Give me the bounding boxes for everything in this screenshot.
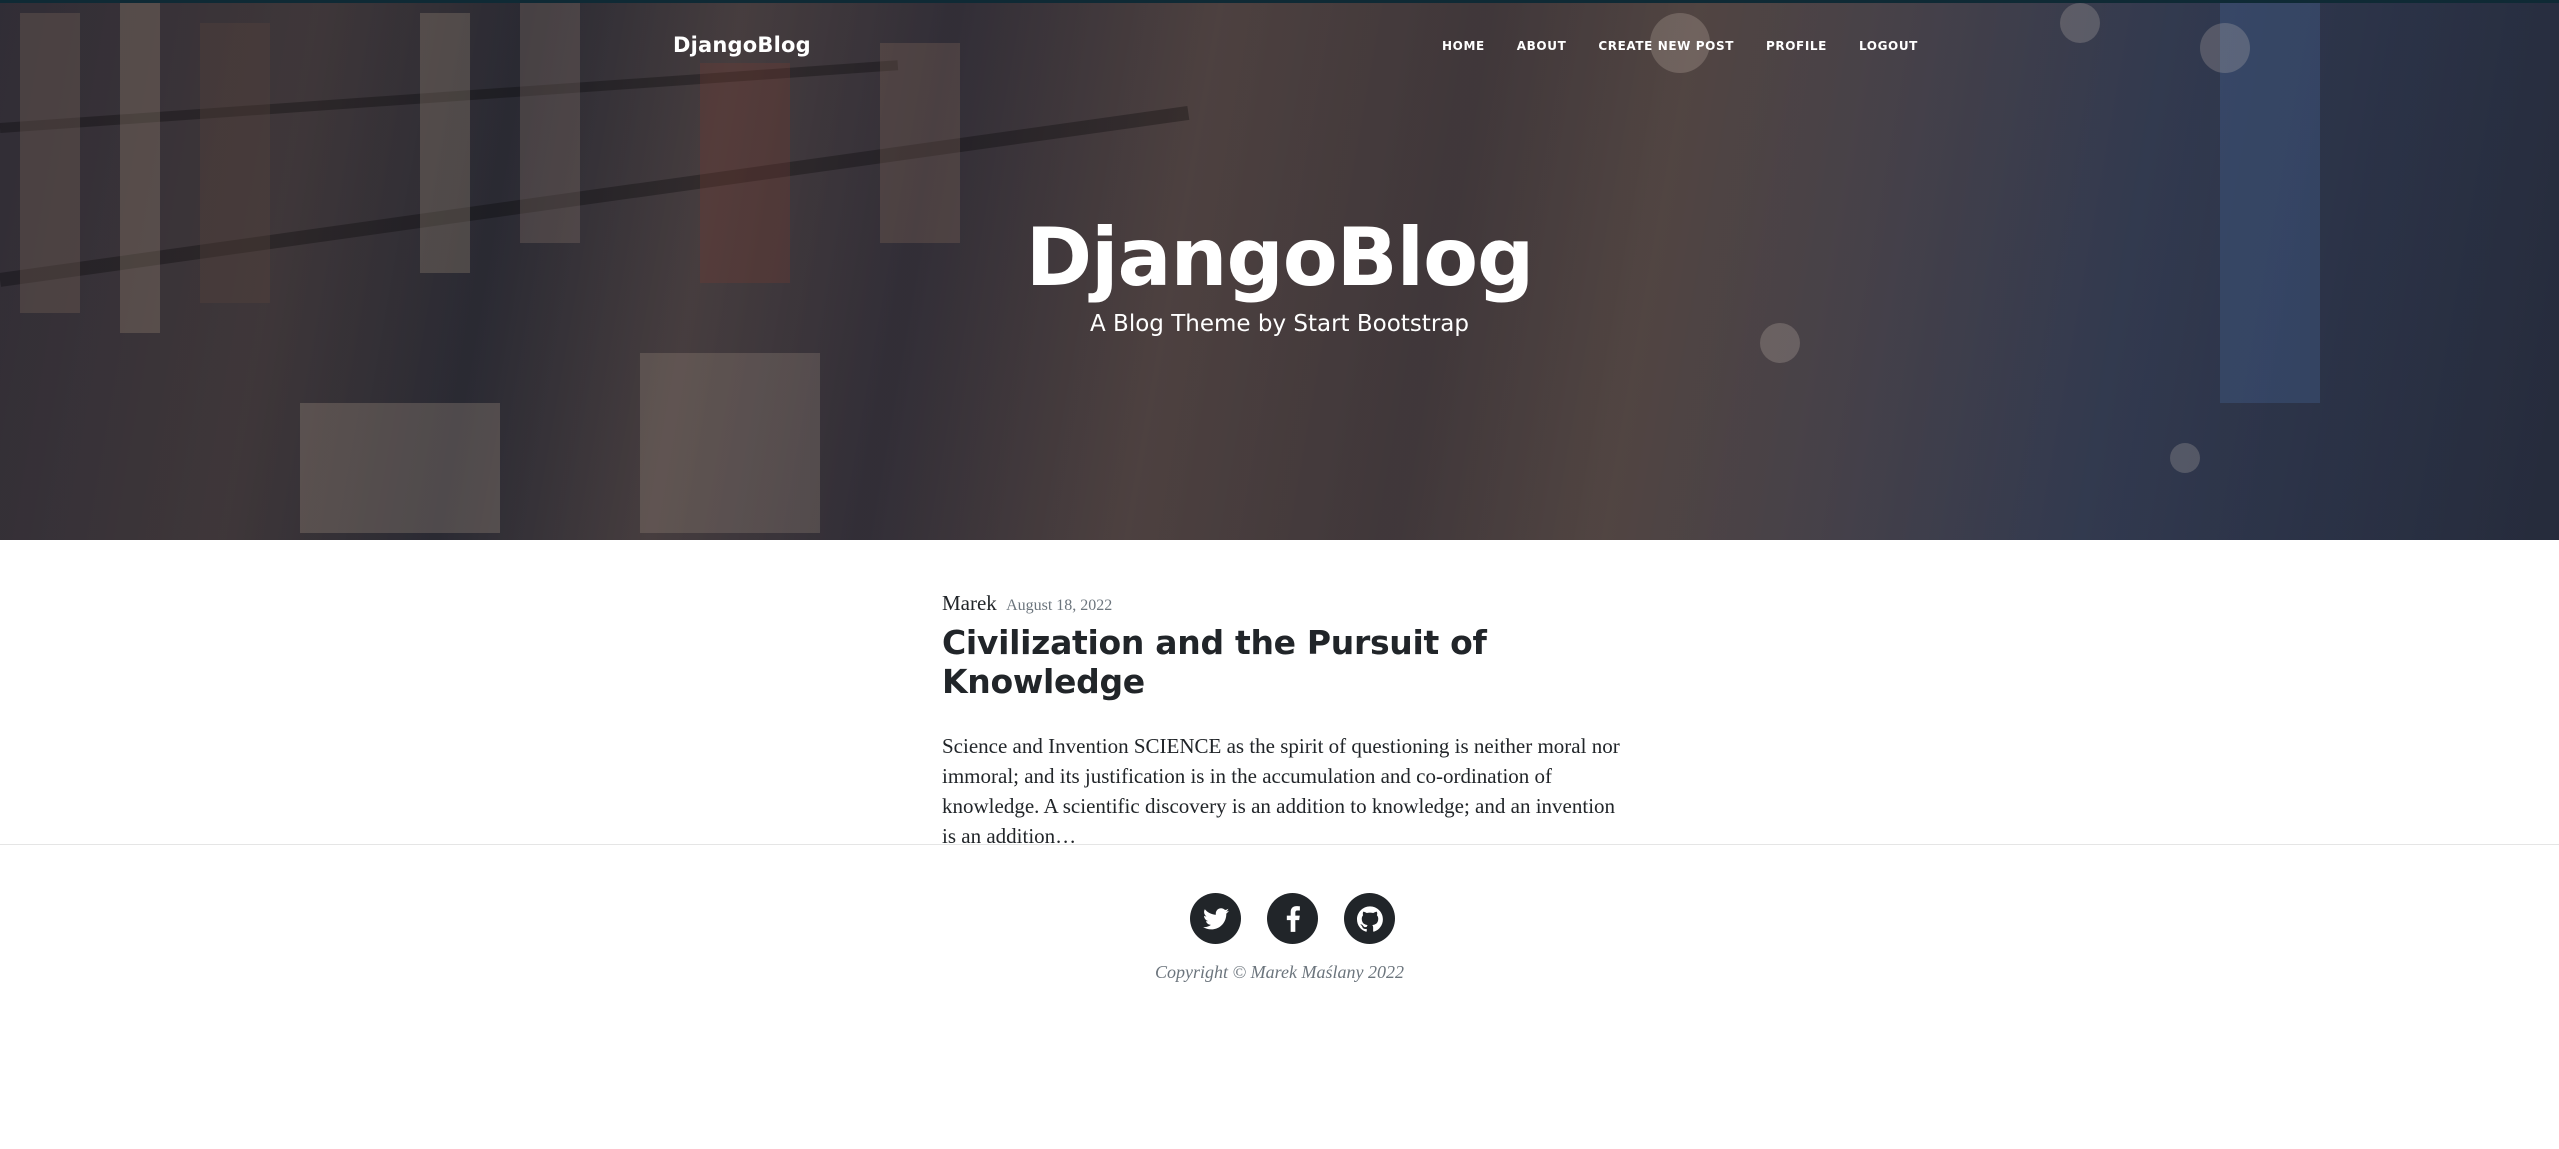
nav-item-home[interactable]: HOME xyxy=(1442,39,1485,53)
hero-header: DjangoBlog HOME ABOUT CREATE NEW POST PR… xyxy=(0,3,2559,540)
facebook-icon xyxy=(1286,905,1300,932)
post-excerpt: Science and Invention SCIENCE as the spi… xyxy=(942,734,1620,848)
post-preview: Marek August 18, 2022 Civilization and t… xyxy=(942,591,1642,851)
post-author: Marek xyxy=(942,591,997,615)
hero-title: DjangoBlog xyxy=(1025,211,1535,304)
footer-divider xyxy=(0,844,2559,845)
nav-brand[interactable]: DjangoBlog xyxy=(673,33,811,57)
nav-item-profile[interactable]: PROFILE xyxy=(1766,39,1827,53)
post-date: August 18, 2022 xyxy=(1006,597,1113,614)
github-link[interactable] xyxy=(1344,893,1395,944)
nav-item-logout[interactable]: LOGOUT xyxy=(1859,39,1918,53)
copyright-text: Copyright © Marek Maślany 2022 xyxy=(1155,962,1404,982)
twitter-link[interactable] xyxy=(1190,893,1241,944)
main-nav: HOME ABOUT CREATE NEW POST PROFILE LOGOU… xyxy=(1442,39,1950,53)
nav-item-about[interactable]: ABOUT xyxy=(1517,39,1567,53)
facebook-link[interactable] xyxy=(1267,893,1318,944)
twitter-icon xyxy=(1202,907,1229,929)
post-title-link[interactable]: Civilization and the Pursuit of Knowledg… xyxy=(942,623,1642,701)
post-meta: Marek August 18, 2022 xyxy=(942,591,1642,616)
social-links xyxy=(1190,893,1395,944)
github-icon xyxy=(1356,905,1383,932)
nav-item-create-new-post[interactable]: CREATE NEW POST xyxy=(1598,39,1734,53)
hero-subtitle: A Blog Theme by Start Bootstrap xyxy=(1090,311,1469,337)
